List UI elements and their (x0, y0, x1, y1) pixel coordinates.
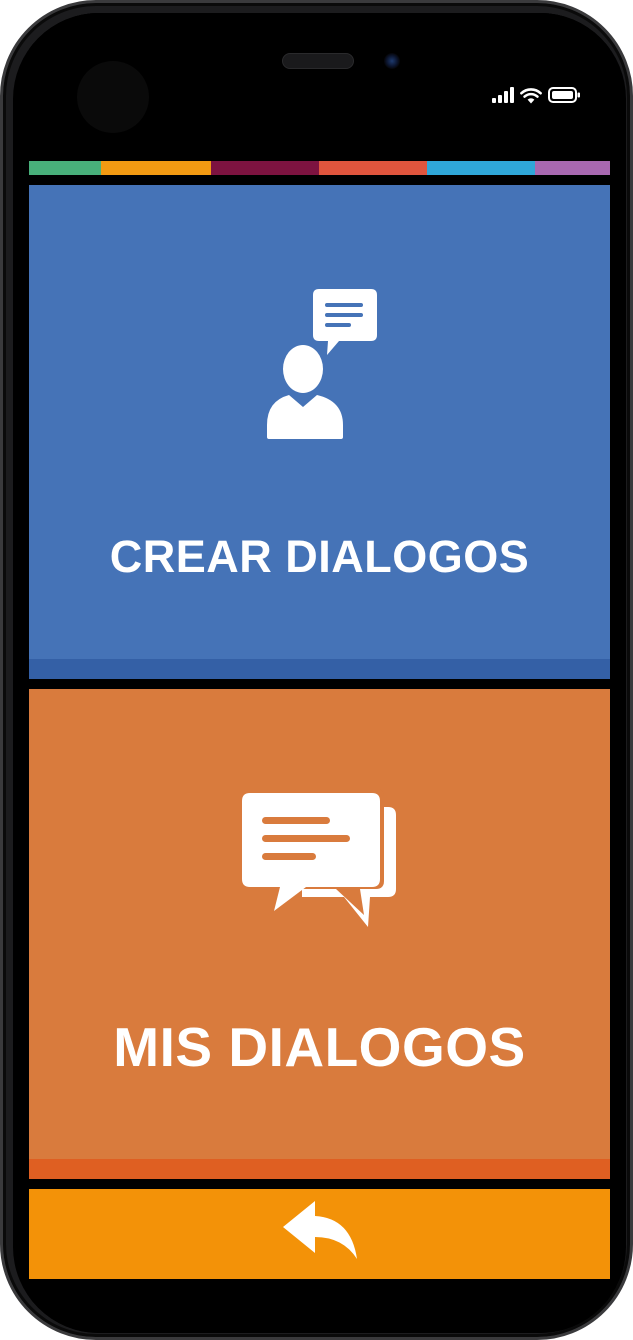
crear-dialogos-button[interactable]: CREAR DIALOGOS (29, 185, 610, 679)
signal-icon (492, 87, 514, 103)
earpiece-speaker (282, 53, 354, 69)
color-strip-red (319, 161, 427, 175)
color-strip-yellow (101, 161, 211, 175)
back-arrow-icon (282, 1201, 357, 1259)
mis-dialogos-button[interactable]: MIS DIALOGOS (29, 689, 610, 1179)
color-strip-green (29, 161, 101, 175)
front-camera (384, 53, 400, 69)
crear-dialogos-label: CREAR DIALOGOS (109, 531, 530, 582)
panel-bottom-shade (29, 1159, 610, 1179)
color-strip (29, 161, 610, 175)
mis-dialogos-label: MIS DIALOGOS (113, 1016, 526, 1078)
phone-frame: CREAR DIALOGOS MIS DIALOGOS (0, 0, 633, 1340)
panel-bottom-shade (29, 659, 610, 679)
wifi-icon (520, 87, 542, 103)
color-strip-purple (535, 161, 610, 175)
status-bar (29, 13, 610, 161)
phone-bezel: CREAR DIALOGOS MIS DIALOGOS (13, 13, 626, 1333)
color-strip-blue (427, 161, 535, 175)
panel-icon-wrapper (29, 289, 610, 439)
lens-reflection (77, 61, 149, 133)
person-speech-bubble-icon (266, 289, 377, 439)
app-screen: CREAR DIALOGOS MIS DIALOGOS (29, 13, 610, 1333)
color-strip-maroon (211, 161, 319, 175)
battery-icon (548, 87, 580, 103)
chat-bubbles-icon (241, 789, 396, 927)
back-button[interactable] (29, 1189, 610, 1279)
panel-icon-wrapper (29, 785, 610, 935)
status-icons (492, 83, 580, 107)
